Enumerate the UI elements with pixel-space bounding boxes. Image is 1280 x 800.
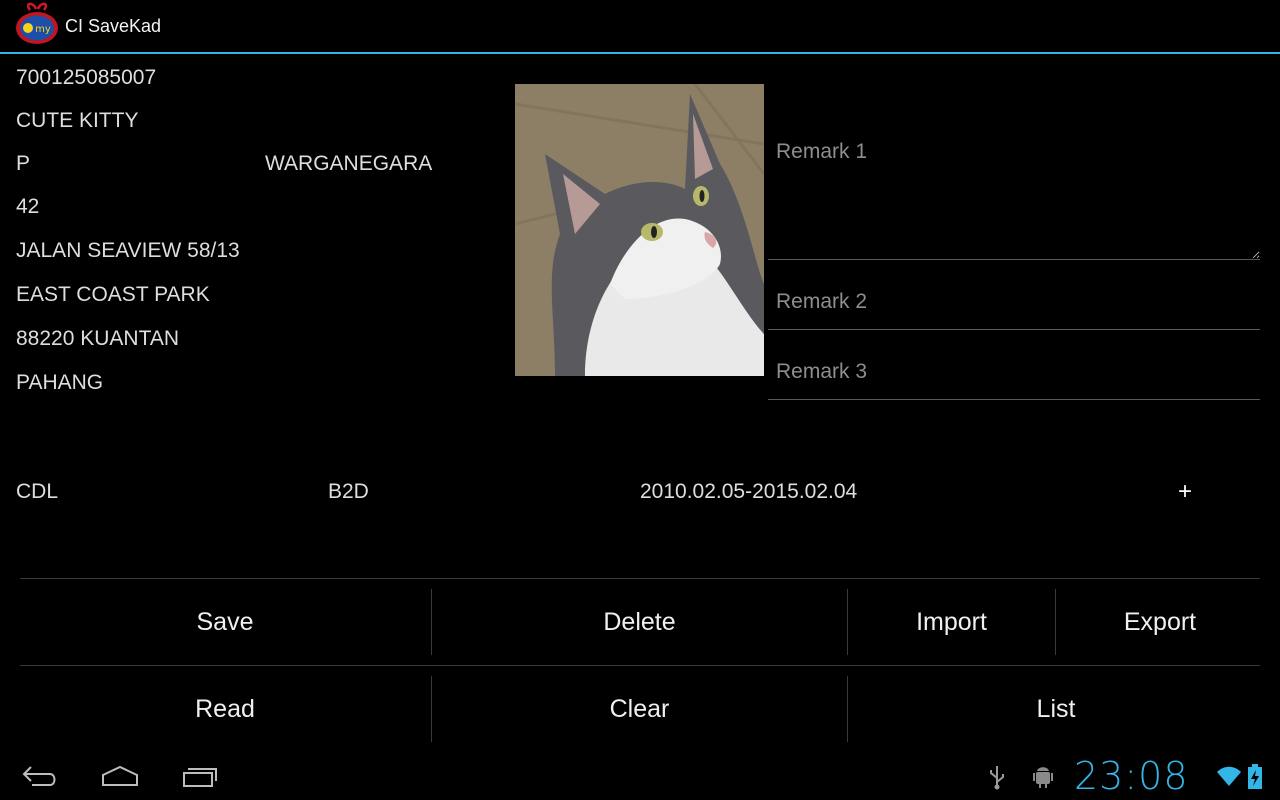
- add-license-button[interactable]: +: [1178, 478, 1192, 506]
- app-title: CI SaveKad: [65, 16, 162, 36]
- save-button[interactable]: Save: [20, 589, 430, 655]
- cat-photo-image: [515, 84, 764, 376]
- read-button[interactable]: Read: [20, 676, 430, 742]
- card-photo: [515, 84, 764, 376]
- export-button[interactable]: Export: [1056, 589, 1264, 655]
- battery-charging-icon: [1248, 764, 1262, 789]
- android-debug-icon: [1033, 767, 1053, 788]
- gender: P: [16, 152, 31, 175]
- wifi-icon: [1217, 766, 1241, 786]
- back-button[interactable]: [12, 752, 68, 800]
- address-line-2: JALAN SEAVIEW 58/13: [16, 239, 240, 262]
- remark-1-field[interactable]: [768, 140, 1260, 260]
- license-validity: 2010.02.05-2015.02.04: [640, 480, 858, 503]
- app-logo-icon[interactable]: my: [14, 2, 60, 46]
- back-icon: [22, 766, 56, 786]
- address-line-4: 88220 KUANTAN: [16, 327, 180, 350]
- action-bar: my CI SaveKad: [0, 0, 1280, 54]
- clear-button[interactable]: Clear: [432, 676, 847, 742]
- card-name: CUTE KITTY: [16, 109, 139, 132]
- import-button[interactable]: Import: [848, 589, 1055, 655]
- home-icon: [102, 765, 138, 786]
- delete-button[interactable]: Delete: [432, 589, 847, 655]
- divider: [20, 665, 1260, 666]
- address-line-5: PAHANG: [16, 371, 104, 394]
- address-line-3: EAST COAST PARK: [16, 283, 210, 306]
- home-button[interactable]: [92, 752, 148, 800]
- nationality: WARGANEGARA: [265, 152, 433, 175]
- remark-3-field[interactable]: [768, 350, 1260, 400]
- license-class: CDL: [16, 480, 59, 503]
- id-number: 700125085007: [16, 66, 157, 89]
- recent-apps-button[interactable]: [172, 752, 228, 800]
- app-logo-text: my: [35, 24, 51, 35]
- list-button[interactable]: List: [848, 676, 1264, 742]
- address-line-1: 42: [16, 195, 40, 218]
- usb-icon: [990, 766, 1004, 790]
- status-clock: 23:08: [1074, 754, 1189, 798]
- divider: [20, 578, 1260, 579]
- license-code: B2D: [328, 480, 369, 503]
- remark-2-field[interactable]: [768, 280, 1260, 330]
- recent-apps-icon: [183, 768, 217, 787]
